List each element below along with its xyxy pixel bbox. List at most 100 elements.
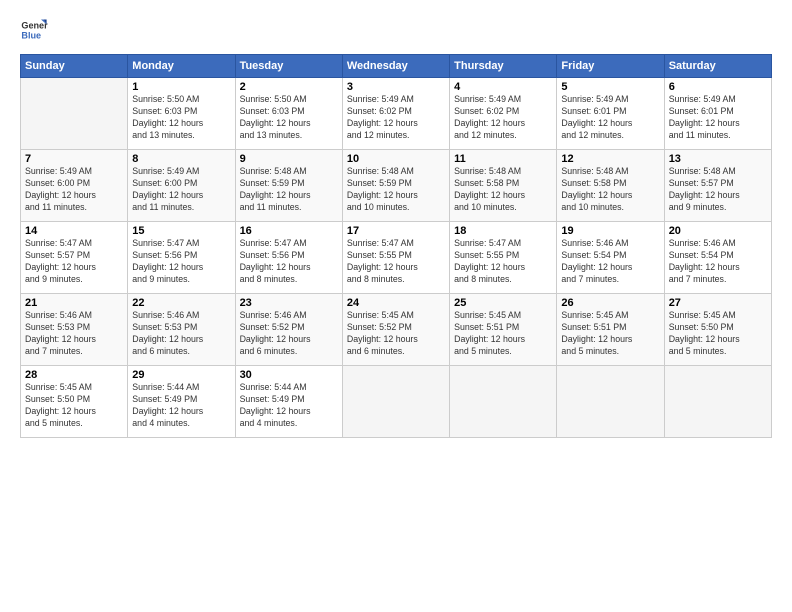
calendar-cell — [21, 78, 128, 150]
cell-content: Sunrise: 5:49 AM Sunset: 6:01 PM Dayligh… — [561, 94, 659, 142]
day-number: 23 — [240, 297, 338, 309]
cell-content: Sunrise: 5:45 AM Sunset: 5:50 PM Dayligh… — [669, 310, 767, 358]
calendar-cell: 26Sunrise: 5:45 AM Sunset: 5:51 PM Dayli… — [557, 294, 664, 366]
calendar-cell: 20Sunrise: 5:46 AM Sunset: 5:54 PM Dayli… — [664, 222, 771, 294]
calendar-cell: 24Sunrise: 5:45 AM Sunset: 5:52 PM Dayli… — [342, 294, 449, 366]
calendar-cell: 19Sunrise: 5:46 AM Sunset: 5:54 PM Dayli… — [557, 222, 664, 294]
cell-content: Sunrise: 5:49 AM Sunset: 6:02 PM Dayligh… — [347, 94, 445, 142]
day-header-wednesday: Wednesday — [342, 55, 449, 78]
cell-content: Sunrise: 5:49 AM Sunset: 6:00 PM Dayligh… — [25, 166, 123, 214]
calendar-cell: 29Sunrise: 5:44 AM Sunset: 5:49 PM Dayli… — [128, 366, 235, 438]
day-header-saturday: Saturday — [664, 55, 771, 78]
cell-content: Sunrise: 5:47 AM Sunset: 5:57 PM Dayligh… — [25, 238, 123, 286]
cell-content: Sunrise: 5:47 AM Sunset: 5:55 PM Dayligh… — [347, 238, 445, 286]
calendar-cell: 6Sunrise: 5:49 AM Sunset: 6:01 PM Daylig… — [664, 78, 771, 150]
day-number: 8 — [132, 153, 230, 165]
calendar-cell: 3Sunrise: 5:49 AM Sunset: 6:02 PM Daylig… — [342, 78, 449, 150]
day-number: 11 — [454, 153, 552, 165]
cell-content: Sunrise: 5:49 AM Sunset: 6:02 PM Dayligh… — [454, 94, 552, 142]
calendar-cell: 17Sunrise: 5:47 AM Sunset: 5:55 PM Dayli… — [342, 222, 449, 294]
calendar-cell: 1Sunrise: 5:50 AM Sunset: 6:03 PM Daylig… — [128, 78, 235, 150]
cell-content: Sunrise: 5:50 AM Sunset: 6:03 PM Dayligh… — [240, 94, 338, 142]
calendar-cell — [557, 366, 664, 438]
calendar-week-2: 7Sunrise: 5:49 AM Sunset: 6:00 PM Daylig… — [21, 150, 772, 222]
calendar-cell: 15Sunrise: 5:47 AM Sunset: 5:56 PM Dayli… — [128, 222, 235, 294]
day-header-thursday: Thursday — [450, 55, 557, 78]
calendar-cell: 11Sunrise: 5:48 AM Sunset: 5:58 PM Dayli… — [450, 150, 557, 222]
calendar-cell: 25Sunrise: 5:45 AM Sunset: 5:51 PM Dayli… — [450, 294, 557, 366]
cell-content: Sunrise: 5:46 AM Sunset: 5:53 PM Dayligh… — [132, 310, 230, 358]
cell-content: Sunrise: 5:46 AM Sunset: 5:52 PM Dayligh… — [240, 310, 338, 358]
page: General Blue SundayMondayTuesdayWednesda… — [0, 0, 792, 612]
calendar-cell: 16Sunrise: 5:47 AM Sunset: 5:56 PM Dayli… — [235, 222, 342, 294]
day-number: 7 — [25, 153, 123, 165]
calendar-cell: 27Sunrise: 5:45 AM Sunset: 5:50 PM Dayli… — [664, 294, 771, 366]
day-number: 9 — [240, 153, 338, 165]
calendar-cell: 30Sunrise: 5:44 AM Sunset: 5:49 PM Dayli… — [235, 366, 342, 438]
logo-icon: General Blue — [20, 16, 48, 44]
cell-content: Sunrise: 5:48 AM Sunset: 5:59 PM Dayligh… — [240, 166, 338, 214]
calendar-week-4: 21Sunrise: 5:46 AM Sunset: 5:53 PM Dayli… — [21, 294, 772, 366]
day-number: 3 — [347, 81, 445, 93]
calendar-cell — [450, 366, 557, 438]
day-number: 19 — [561, 225, 659, 237]
cell-content: Sunrise: 5:48 AM Sunset: 5:58 PM Dayligh… — [454, 166, 552, 214]
day-number: 21 — [25, 297, 123, 309]
day-number: 27 — [669, 297, 767, 309]
day-number: 18 — [454, 225, 552, 237]
day-number: 26 — [561, 297, 659, 309]
day-number: 28 — [25, 369, 123, 381]
calendar-cell: 4Sunrise: 5:49 AM Sunset: 6:02 PM Daylig… — [450, 78, 557, 150]
day-number: 12 — [561, 153, 659, 165]
calendar-cell: 9Sunrise: 5:48 AM Sunset: 5:59 PM Daylig… — [235, 150, 342, 222]
calendar-cell — [664, 366, 771, 438]
calendar-table: SundayMondayTuesdayWednesdayThursdayFrid… — [20, 54, 772, 438]
svg-text:Blue: Blue — [21, 30, 41, 40]
calendar-cell: 8Sunrise: 5:49 AM Sunset: 6:00 PM Daylig… — [128, 150, 235, 222]
calendar-cell: 12Sunrise: 5:48 AM Sunset: 5:58 PM Dayli… — [557, 150, 664, 222]
day-number: 14 — [25, 225, 123, 237]
calendar-cell: 22Sunrise: 5:46 AM Sunset: 5:53 PM Dayli… — [128, 294, 235, 366]
cell-content: Sunrise: 5:44 AM Sunset: 5:49 PM Dayligh… — [240, 382, 338, 430]
calendar-cell — [342, 366, 449, 438]
calendar-week-5: 28Sunrise: 5:45 AM Sunset: 5:50 PM Dayli… — [21, 366, 772, 438]
calendar-cell: 10Sunrise: 5:48 AM Sunset: 5:59 PM Dayli… — [342, 150, 449, 222]
day-header-tuesday: Tuesday — [235, 55, 342, 78]
cell-content: Sunrise: 5:44 AM Sunset: 5:49 PM Dayligh… — [132, 382, 230, 430]
cell-content: Sunrise: 5:46 AM Sunset: 5:54 PM Dayligh… — [669, 238, 767, 286]
calendar-cell: 28Sunrise: 5:45 AM Sunset: 5:50 PM Dayli… — [21, 366, 128, 438]
day-number: 20 — [669, 225, 767, 237]
cell-content: Sunrise: 5:48 AM Sunset: 5:58 PM Dayligh… — [561, 166, 659, 214]
day-number: 1 — [132, 81, 230, 93]
cell-content: Sunrise: 5:45 AM Sunset: 5:51 PM Dayligh… — [561, 310, 659, 358]
cell-content: Sunrise: 5:49 AM Sunset: 6:00 PM Dayligh… — [132, 166, 230, 214]
day-number: 24 — [347, 297, 445, 309]
day-number: 15 — [132, 225, 230, 237]
calendar-week-3: 14Sunrise: 5:47 AM Sunset: 5:57 PM Dayli… — [21, 222, 772, 294]
day-number: 13 — [669, 153, 767, 165]
cell-content: Sunrise: 5:50 AM Sunset: 6:03 PM Dayligh… — [132, 94, 230, 142]
day-header-friday: Friday — [557, 55, 664, 78]
cell-content: Sunrise: 5:45 AM Sunset: 5:50 PM Dayligh… — [25, 382, 123, 430]
day-number: 30 — [240, 369, 338, 381]
calendar-cell: 14Sunrise: 5:47 AM Sunset: 5:57 PM Dayli… — [21, 222, 128, 294]
logo: General Blue — [20, 16, 52, 44]
cell-content: Sunrise: 5:46 AM Sunset: 5:53 PM Dayligh… — [25, 310, 123, 358]
day-header-monday: Monday — [128, 55, 235, 78]
day-header-sunday: Sunday — [21, 55, 128, 78]
calendar-header-row: SundayMondayTuesdayWednesdayThursdayFrid… — [21, 55, 772, 78]
cell-content: Sunrise: 5:46 AM Sunset: 5:54 PM Dayligh… — [561, 238, 659, 286]
cell-content: Sunrise: 5:48 AM Sunset: 5:57 PM Dayligh… — [669, 166, 767, 214]
day-number: 4 — [454, 81, 552, 93]
day-number: 29 — [132, 369, 230, 381]
day-number: 2 — [240, 81, 338, 93]
calendar-cell: 2Sunrise: 5:50 AM Sunset: 6:03 PM Daylig… — [235, 78, 342, 150]
day-number: 25 — [454, 297, 552, 309]
calendar-cell: 5Sunrise: 5:49 AM Sunset: 6:01 PM Daylig… — [557, 78, 664, 150]
cell-content: Sunrise: 5:45 AM Sunset: 5:51 PM Dayligh… — [454, 310, 552, 358]
cell-content: Sunrise: 5:47 AM Sunset: 5:56 PM Dayligh… — [132, 238, 230, 286]
calendar-cell: 18Sunrise: 5:47 AM Sunset: 5:55 PM Dayli… — [450, 222, 557, 294]
day-number: 16 — [240, 225, 338, 237]
cell-content: Sunrise: 5:47 AM Sunset: 5:56 PM Dayligh… — [240, 238, 338, 286]
calendar-week-1: 1Sunrise: 5:50 AM Sunset: 6:03 PM Daylig… — [21, 78, 772, 150]
